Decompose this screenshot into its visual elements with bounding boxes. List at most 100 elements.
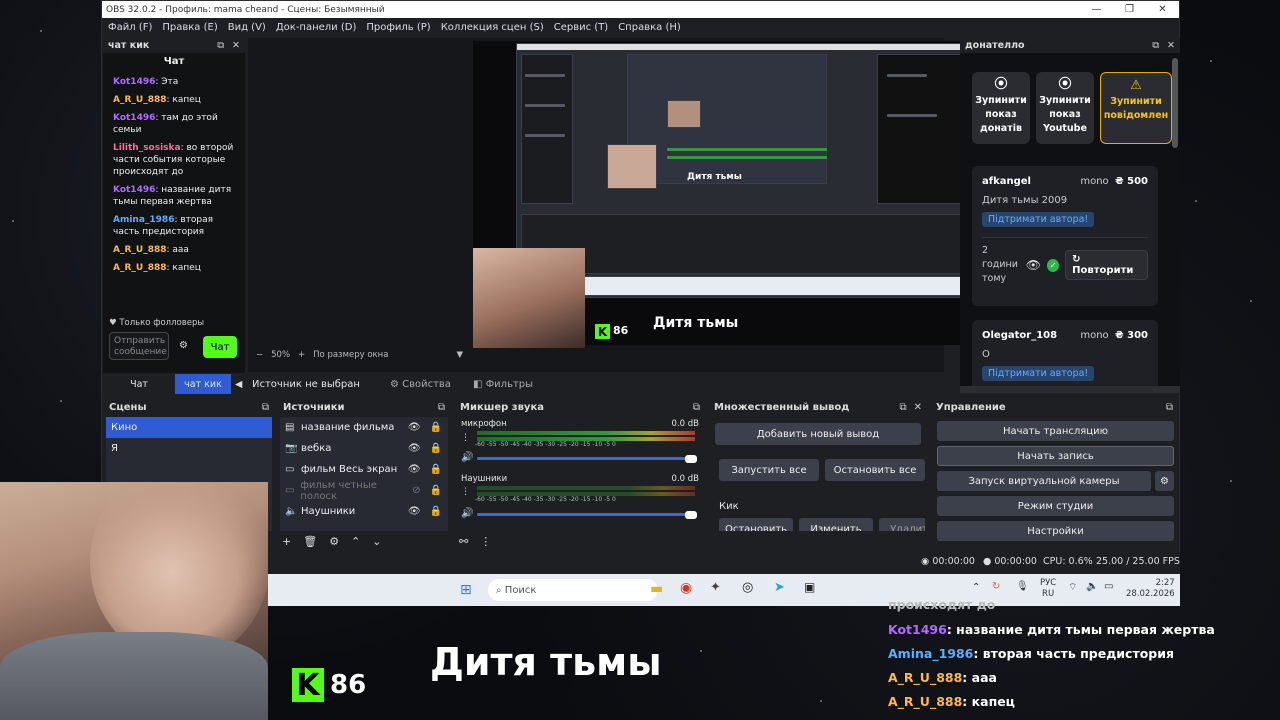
menu-file[interactable]: Файл (F) — [108, 22, 152, 33]
stop-output-button[interactable]: Остановить — [719, 518, 793, 531]
eye-icon[interactable]: 👁 — [408, 506, 421, 517]
gear-icon[interactable]: ⚙ — [1155, 471, 1174, 491]
clock[interactable]: 2:27 28.02.2026 — [1126, 578, 1175, 600]
float-icon[interactable]: ⧉ — [899, 402, 906, 413]
eye-icon[interactable]: 👁 — [408, 422, 421, 433]
start-record-button[interactable]: Начать запись — [937, 446, 1174, 466]
chat-input[interactable]: Отправить сообщение — [109, 332, 169, 360]
horizontal-scrollbar[interactable] — [960, 386, 1180, 393]
virtual-camera-button[interactable]: Запуск виртуальной камеры — [937, 471, 1151, 491]
source-item[interactable]: 📷 вебка 👁 🔒 — [280, 438, 448, 459]
float-icon[interactable]: ⧉ — [217, 40, 224, 51]
link-icon[interactable]: ⚯ — [459, 535, 468, 548]
volume-knob[interactable] — [685, 455, 697, 463]
tab-chat[interactable]: Чат — [103, 379, 175, 390]
repeat-button[interactable]: ↻ Повторити — [1065, 250, 1149, 280]
preview-area[interactable]: Дитя тьмы K 86 Дитя тьмы − 50% + По разм… — [248, 38, 983, 372]
scrollbar[interactable] — [1172, 58, 1178, 148]
trash-icon[interactable]: 🗑 — [303, 535, 317, 548]
lock-icon[interactable]: 🔒 — [430, 422, 442, 433]
settings-button[interactable]: Настройки — [937, 521, 1174, 541]
float-icon[interactable]: ⧉ — [1152, 40, 1159, 51]
windows-start-icon[interactable]: ⊞ — [460, 582, 472, 598]
speaker-icon[interactable]: 🔊 — [461, 508, 473, 519]
float-icon[interactable]: ⧉ — [1166, 402, 1173, 413]
stop-youtube-button[interactable]: ⦿ Зупинити показ Youtube — [1036, 72, 1094, 144]
zoom-in-button[interactable]: + — [298, 350, 305, 360]
minimize-button[interactable]: — — [1080, 4, 1113, 15]
menu-help[interactable]: Справка (H) — [618, 22, 681, 33]
mic-icon[interactable]: 🎙 — [1016, 581, 1029, 592]
stop-messages-button[interactable]: ⚠ Зупинити повідомлен — [1100, 72, 1172, 144]
delete-output-button[interactable]: Удалит — [879, 518, 925, 531]
volume-knob[interactable] — [685, 511, 697, 519]
properties-button[interactable]: ⚙ Свойства — [390, 379, 451, 390]
add-output-button[interactable]: Добавить новый вывод — [715, 423, 921, 445]
tab-scroll-left-icon[interactable]: ◀ — [235, 379, 242, 390]
chevron-up-icon[interactable]: ⌃ — [351, 535, 360, 548]
more-icon[interactable]: ⋮ — [480, 535, 491, 548]
source-item[interactable]: ▭ фильм Весь экран 👁 🔒 — [280, 459, 448, 480]
eye-icon[interactable]: 👁 — [408, 443, 421, 454]
filters-button[interactable]: ◧ Фильтры — [473, 379, 533, 390]
lock-icon[interactable]: 🔒 — [430, 464, 442, 475]
obs-icon[interactable]: ◎ — [742, 580, 753, 595]
chat-send-button[interactable]: Чат — [203, 336, 237, 358]
telegram-icon[interactable]: ➤ — [774, 580, 785, 595]
fit-select[interactable]: По размеру окна — [313, 350, 388, 360]
chevron-up-icon[interactable]: ⌃ — [972, 582, 980, 593]
lock-icon[interactable]: 🔒 — [430, 485, 442, 496]
tab-chat-kick[interactable]: чат кик — [175, 374, 231, 394]
speaker-icon[interactable]: 🔊 — [461, 452, 473, 463]
studio-mode-button[interactable]: Режим студии — [937, 496, 1174, 516]
float-icon[interactable]: ⧉ — [438, 402, 445, 413]
menu-docks[interactable]: Док-панели (D) — [276, 22, 357, 33]
volume-icon[interactable]: 🔈 — [1086, 581, 1098, 592]
scene-item[interactable]: Я — [106, 438, 272, 459]
maximize-button[interactable]: ❐ — [1113, 4, 1146, 15]
volume-slider[interactable] — [477, 513, 691, 516]
support-link[interactable]: Підтримати автора! — [982, 366, 1095, 381]
gear-icon[interactable]: ⚙ — [329, 535, 339, 548]
chrome-icon[interactable]: ◉ — [680, 580, 692, 596]
close-icon[interactable]: ✕ — [1167, 40, 1175, 51]
battery-icon[interactable]: ▭ — [1104, 581, 1113, 592]
app-icon[interactable]: ✦ — [710, 580, 721, 595]
add-icon[interactable]: + — [282, 535, 291, 548]
close-button[interactable]: ✕ — [1146, 4, 1179, 15]
stop-donations-button[interactable]: ⦿ Зупинити показ донатів — [972, 72, 1030, 144]
start-all-button[interactable]: Запустить все — [719, 459, 819, 481]
chevron-down-icon[interactable]: ⌄ — [372, 535, 381, 548]
gear-icon[interactable]: ⚙ — [179, 340, 188, 351]
menu-tools[interactable]: Сервис (T) — [554, 22, 608, 33]
zoom-out-button[interactable]: − — [256, 350, 263, 360]
scene-item[interactable]: Кино — [106, 417, 272, 438]
menu-profile[interactable]: Профиль (P) — [366, 22, 430, 33]
channel-menu-icon[interactable]: ⋮ — [461, 433, 470, 443]
language-indicator[interactable]: РУС RU — [1040, 578, 1056, 600]
source-item[interactable]: 🔈 Наушники 👁 🔒 — [280, 501, 448, 522]
stop-all-button[interactable]: Остановить все — [825, 459, 925, 481]
tray-icon[interactable]: ↻ — [992, 581, 1000, 592]
eye-icon[interactable]: 👁 — [408, 464, 421, 475]
channel-menu-icon[interactable]: ⋮ — [461, 487, 470, 497]
source-item[interactable]: ▭ фильм четные полоск ⊘ 🔒 — [280, 480, 448, 502]
menu-edit[interactable]: Правка (E) — [162, 22, 217, 33]
lock-icon[interactable]: 🔒 — [430, 506, 442, 517]
eye-icon[interactable]: 👁 — [1026, 258, 1041, 272]
lock-icon[interactable]: 🔒 — [430, 443, 442, 454]
chevron-down-icon[interactable]: ▼ — [456, 350, 463, 360]
menu-scene-collection[interactable]: Коллекция сцен (S) — [441, 22, 544, 33]
close-icon[interactable]: ✕ — [232, 40, 240, 51]
source-item[interactable]: ▤ название фильма 👁 🔒 — [280, 417, 448, 438]
terminal-icon[interactable]: ▣ — [804, 580, 815, 594]
close-icon[interactable]: ✕ — [914, 402, 922, 413]
menu-view[interactable]: Вид (V) — [228, 22, 266, 33]
folder-icon[interactable]: ▬ — [650, 581, 663, 597]
eye-off-icon[interactable]: ⊘ — [412, 485, 420, 496]
edit-output-button[interactable]: Изменить — [799, 518, 873, 531]
start-stream-button[interactable]: Начать трансляцию — [937, 421, 1174, 441]
float-icon[interactable]: ⧉ — [262, 402, 269, 413]
volume-slider[interactable] — [477, 457, 691, 460]
float-icon[interactable]: ⧉ — [693, 402, 700, 413]
